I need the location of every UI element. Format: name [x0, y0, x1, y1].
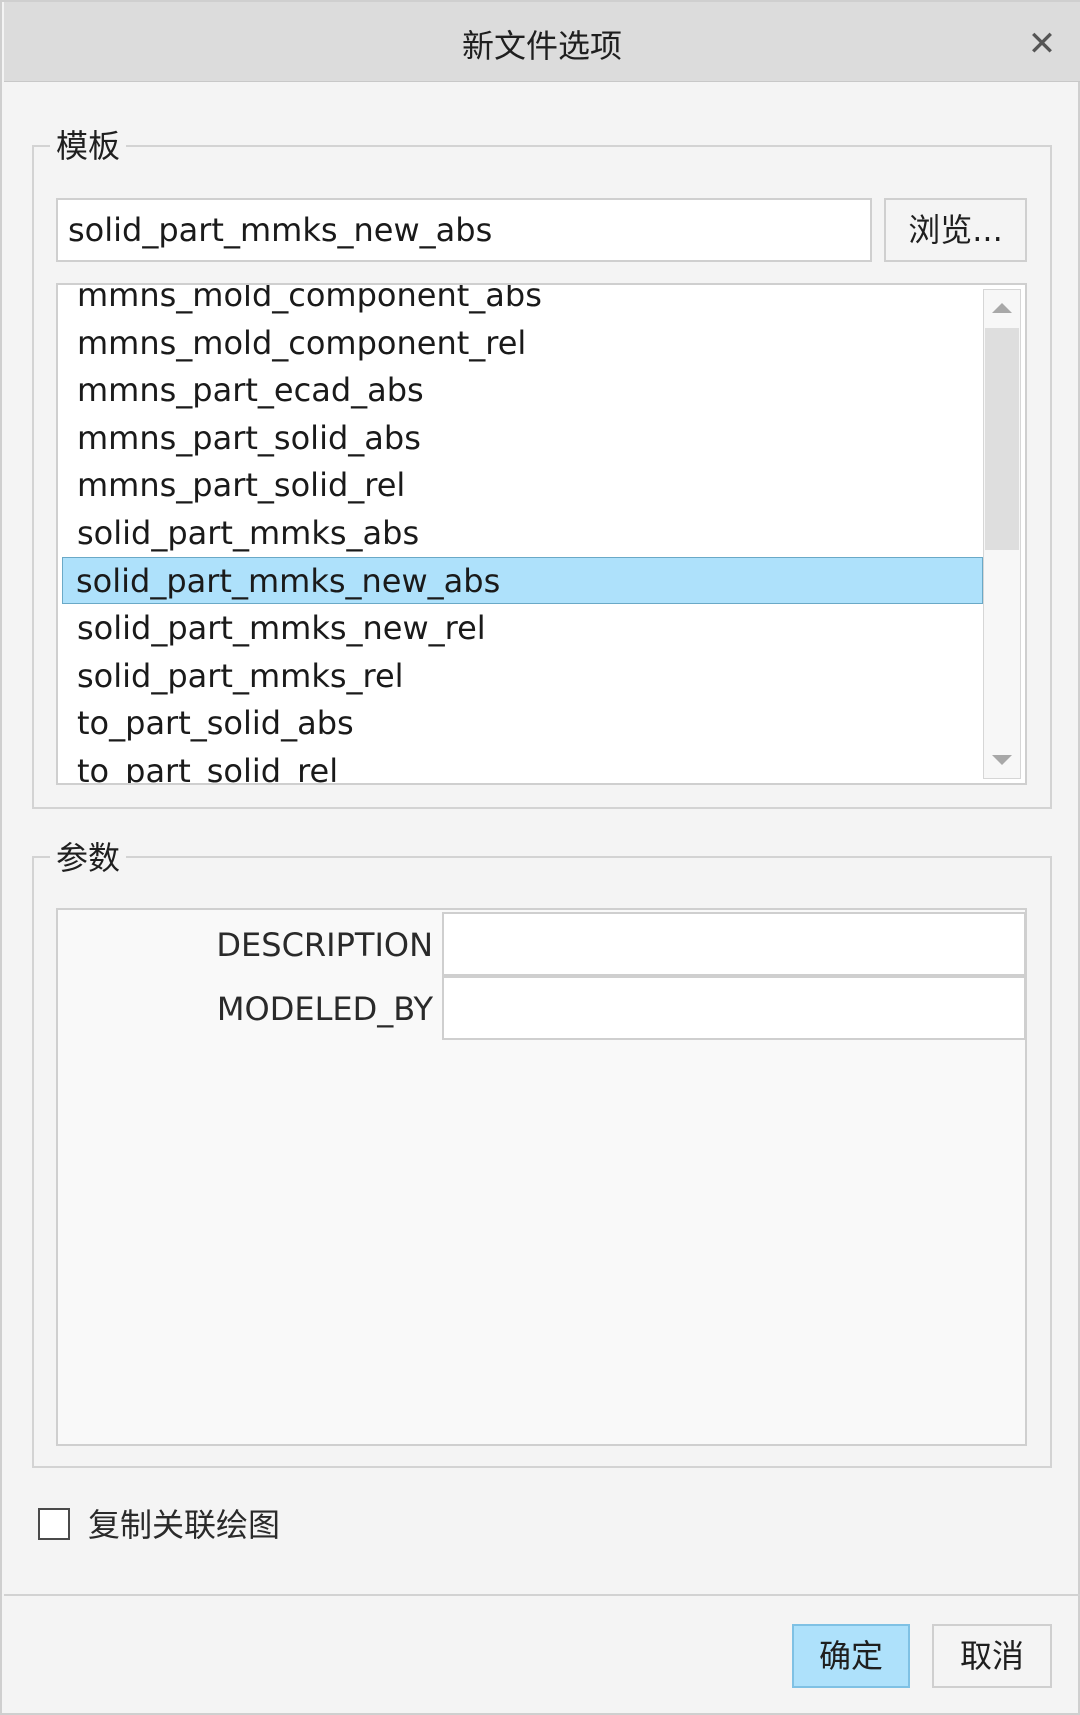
description-field[interactable] — [442, 912, 1026, 976]
titlebar: 新文件选项 ✕ — [4, 2, 1080, 82]
params-group-label: 参数 — [50, 838, 127, 878]
template-list-scrollbar[interactable] — [983, 289, 1021, 779]
template-name-input[interactable] — [56, 198, 872, 262]
ok-button[interactable]: 确定 — [792, 1624, 910, 1688]
list-item[interactable]: to_part_solid_abs — [58, 699, 983, 747]
footer-divider — [4, 1594, 1080, 1596]
copy-drawing-label[interactable]: 复制关联绘图 — [88, 1502, 280, 1548]
list-item[interactable]: mmns_part_solid_rel — [58, 461, 983, 509]
template-list[interactable]: mmns_mold_component_abs mmns_mold_compone… — [56, 283, 1027, 785]
template-group-label: 模板 — [50, 126, 127, 166]
list-item[interactable]: solid_part_mmks_rel — [58, 652, 983, 700]
list-item[interactable]: mmns_part_solid_abs — [58, 414, 983, 462]
scroll-thumb[interactable] — [985, 328, 1019, 550]
scroll-up-icon[interactable] — [984, 290, 1020, 326]
dialog-title: 新文件选项 — [461, 27, 622, 65]
browse-button[interactable]: 浏览... — [884, 198, 1027, 262]
scroll-down-icon[interactable] — [984, 742, 1020, 778]
new-file-options-dialog: 新文件选项 ✕ 模板 浏览... mmns_mold_component_abs… — [0, 0, 1080, 1715]
copy-drawing-checkbox[interactable] — [38, 1508, 70, 1540]
param-label-description: DESCRIPTION — [216, 926, 433, 964]
list-item[interactable]: solid_part_mmks_new_rel — [58, 604, 983, 652]
list-item[interactable]: mmns_mold_component_rel — [58, 319, 983, 367]
list-item[interactable]: to_part_solid_rel — [58, 747, 983, 783]
close-icon[interactable]: ✕ — [1022, 24, 1062, 64]
list-item[interactable]: solid_part_mmks_abs — [58, 509, 983, 557]
param-label-modeled-by: MODELED_BY — [216, 990, 433, 1028]
cancel-button[interactable]: 取消 — [932, 1624, 1052, 1688]
template-list-items: mmns_mold_component_abs mmns_mold_compone… — [58, 285, 983, 783]
params-table: DESCRIPTION MODELED_BY — [56, 908, 1027, 1446]
list-item-selected[interactable]: solid_part_mmks_new_abs — [62, 556, 983, 605]
list-item[interactable]: mmns_part_ecad_abs — [58, 366, 983, 414]
list-item[interactable]: mmns_mold_component_abs — [58, 285, 983, 319]
modeled-by-field[interactable] — [442, 976, 1026, 1040]
